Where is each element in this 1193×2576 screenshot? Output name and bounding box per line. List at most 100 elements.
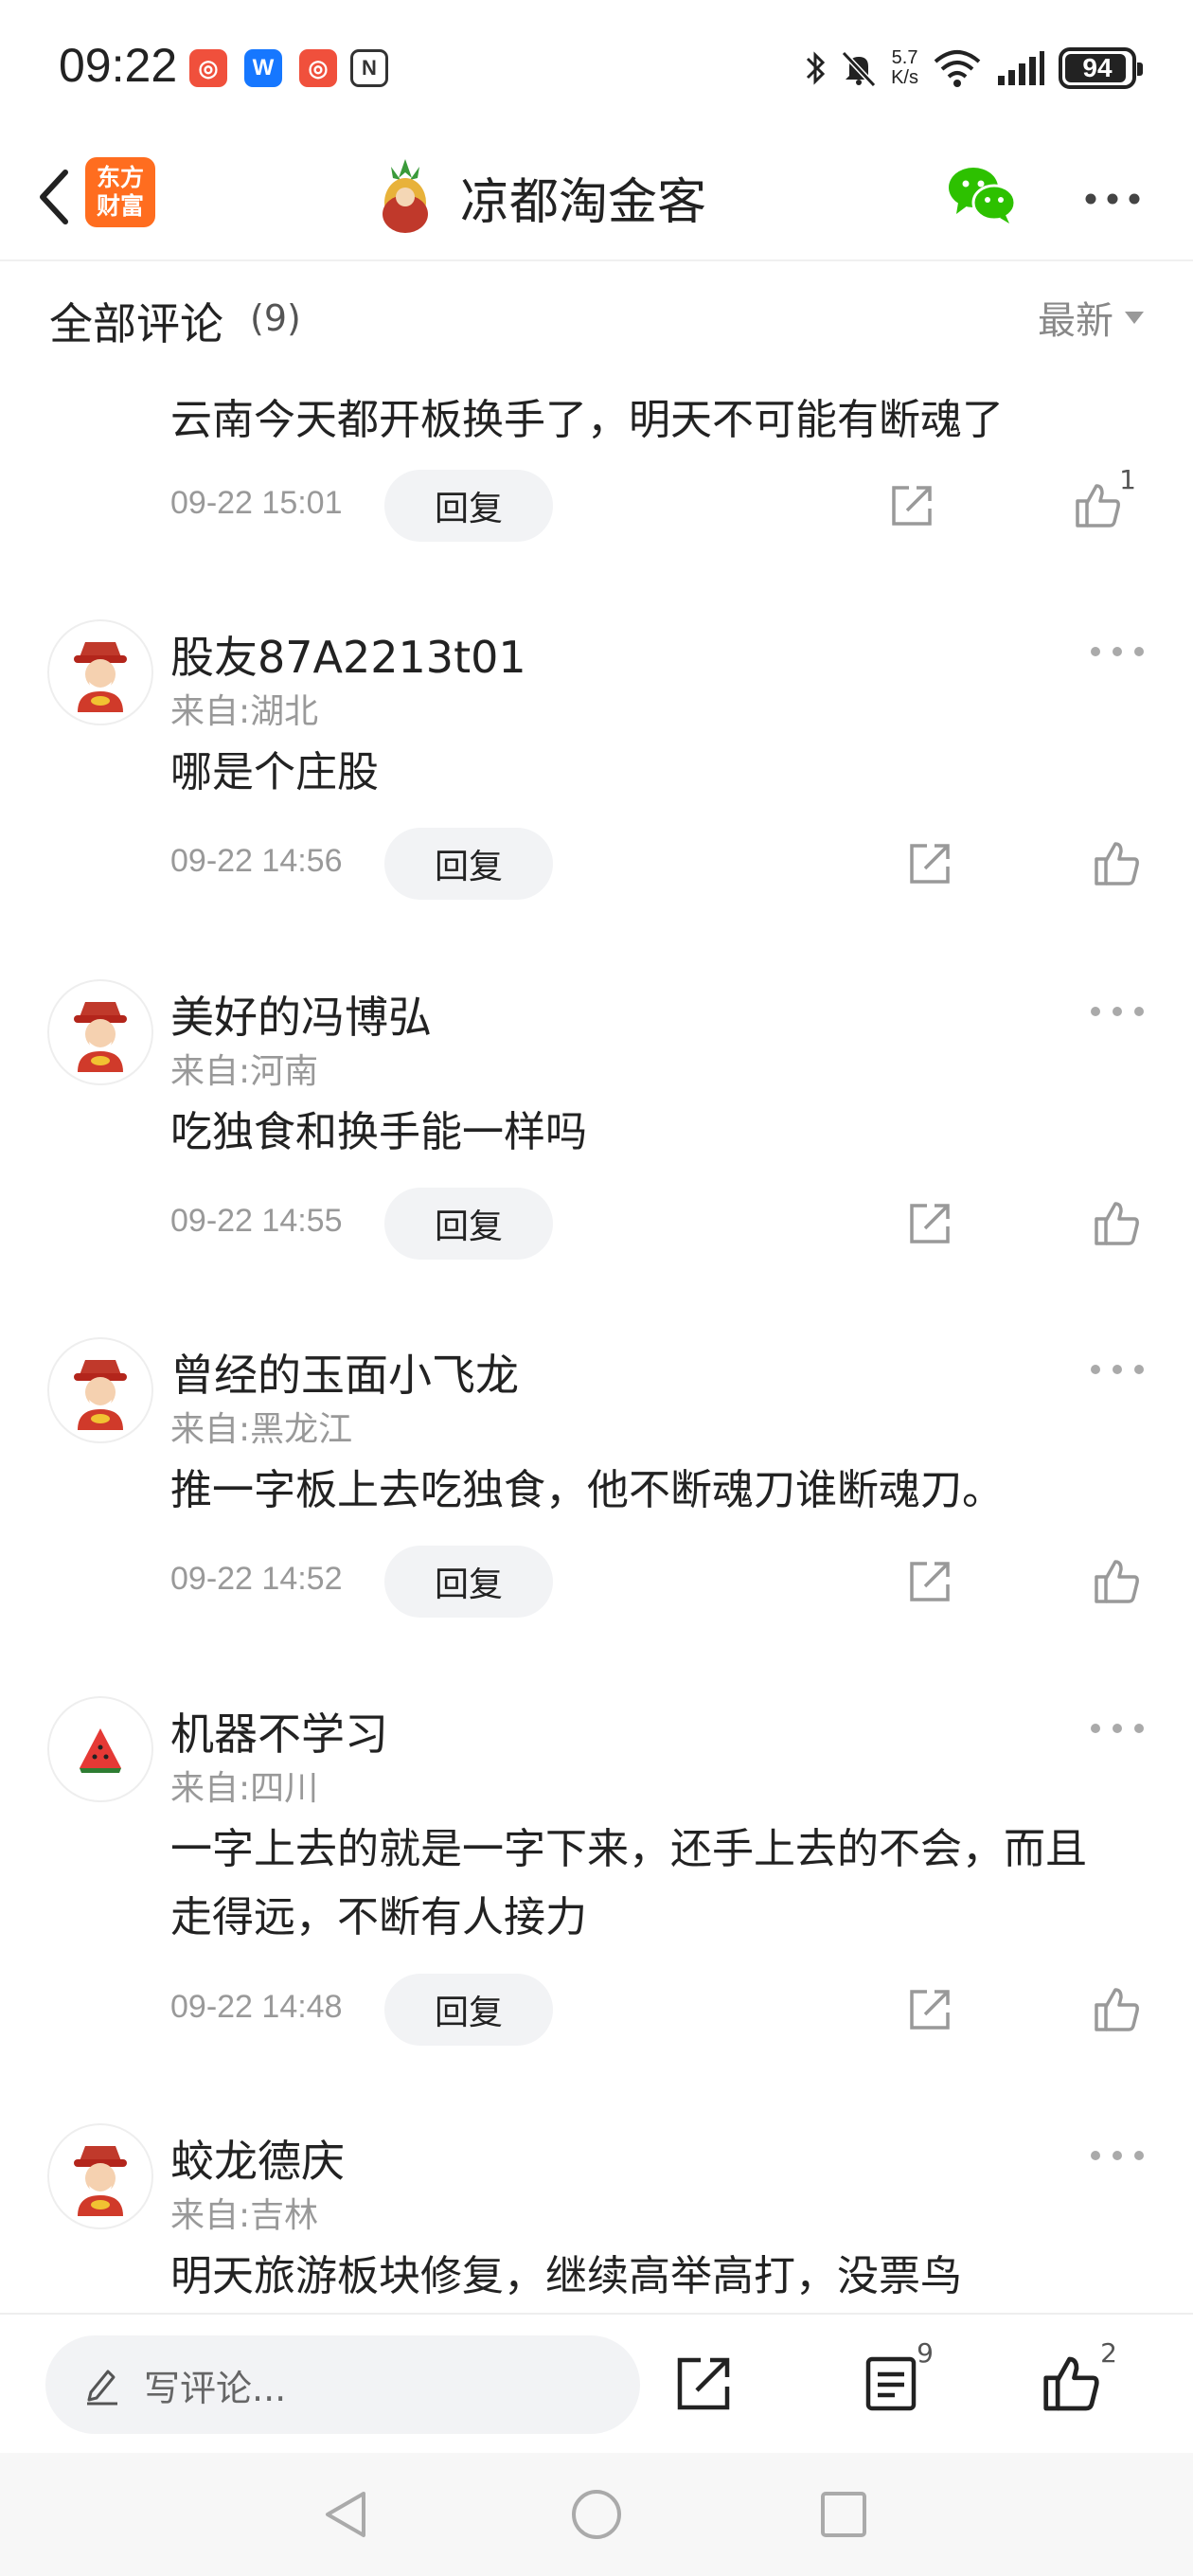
- thumbs-up-icon: [1043, 2356, 1099, 2411]
- comment-location: 来自:湖北: [170, 692, 319, 731]
- comment-username[interactable]: 美好的冯博弘: [170, 983, 432, 1046]
- triangle-back-icon: [326, 2492, 365, 2537]
- nfc-icon: N: [350, 49, 388, 87]
- god-of-wealth-avatar-icon: [74, 1360, 127, 1430]
- user-avatar[interactable]: [47, 619, 153, 725]
- comment-date: 09-22 14:48: [170, 1989, 343, 2025]
- comment-meta: 09-22 14:48 回复: [170, 1974, 1146, 2046]
- comment-count: (9): [250, 297, 301, 339]
- nav-back-button[interactable]: [312, 2481, 379, 2548]
- brand-line-2: 财富: [96, 192, 144, 220]
- pen-icon: [87, 2370, 117, 2406]
- like-post-button[interactable]: 2: [1026, 2337, 1117, 2426]
- eastmoney-logo[interactable]: 东方 财富: [85, 157, 155, 227]
- user-avatar[interactable]: [47, 2123, 153, 2229]
- comment-meta: 09-22 14:56 回复: [170, 828, 1146, 900]
- notification-app-icon: ◎: [189, 49, 227, 87]
- wechat-icon: [949, 168, 1017, 224]
- signal-icon: [998, 51, 1044, 85]
- user-avatar[interactable]: [47, 1337, 153, 1443]
- wechat-share-button[interactable]: [947, 163, 1019, 229]
- share-icon: [910, 1204, 950, 1243]
- comment-text[interactable]: 推一字板上去吃独食，他不断魂刀谁断魂刀。: [170, 1457, 1127, 1525]
- reply-button[interactable]: 回复: [384, 1546, 553, 1618]
- sort-label: 最新: [1038, 299, 1113, 343]
- notification-app-icon: ◎: [299, 49, 337, 87]
- share-icon: [677, 2357, 730, 2410]
- god-of-wealth-avatar-icon: [74, 642, 127, 712]
- square-recents-icon: [821, 2492, 866, 2537]
- comments-section-header: 全部评论 (9) 最新: [0, 284, 1193, 360]
- author-avatar[interactable]: [369, 154, 441, 240]
- comment-text[interactable]: 明天旅游板块修复，继续高举高打，没票鸟: [170, 2243, 1127, 2311]
- comment-date: 09-22 14:52: [170, 1561, 343, 1597]
- share-button[interactable]: [894, 1546, 966, 1618]
- comment-item: 蛟龙德庆 来自:吉林 明天旅游板块修复，继续高举高打，没票鸟: [0, 2120, 1193, 2313]
- share-icon: [910, 844, 950, 884]
- comment-username[interactable]: 股友87A2213t01: [170, 623, 526, 686]
- mute-bell-icon: [841, 50, 877, 87]
- comment-date: 09-22 14:55: [170, 1203, 343, 1239]
- like-button[interactable]: [1079, 1546, 1155, 1618]
- comment-more-button[interactable]: [1091, 1002, 1144, 1021]
- like-button[interactable]: [1079, 828, 1155, 900]
- sort-dropdown[interactable]: 最新: [1038, 290, 1144, 345]
- wifi-icon: [934, 50, 981, 87]
- like-button[interactable]: [1079, 1188, 1155, 1260]
- comment-location: 来自:四川: [170, 1769, 319, 1808]
- weibo-notification-icon: W: [244, 49, 282, 87]
- likes-count-badge: 2: [1100, 2337, 1117, 2369]
- write-comment-input[interactable]: 写评论...: [45, 2335, 640, 2434]
- thumbs-up-icon: [1095, 1988, 1139, 2031]
- share-button[interactable]: [894, 1188, 966, 1260]
- comment-username[interactable]: 机器不学习: [170, 1700, 388, 1762]
- comment-meta: 09-22 14:55 回复: [170, 1188, 1146, 1260]
- like-button[interactable]: [1079, 1974, 1155, 2046]
- share-button[interactable]: [894, 828, 966, 900]
- like-count: 1: [1119, 464, 1136, 495]
- thumbs-up-icon: [1095, 1202, 1139, 1245]
- god-of-wealth-avatar-icon: [74, 2146, 127, 2216]
- nav-recents-button[interactable]: [810, 2481, 877, 2548]
- share-icon: [910, 1990, 950, 2030]
- share-icon: [910, 1562, 950, 1601]
- author-info[interactable]: 凉都淘金客: [369, 152, 706, 242]
- comment-text[interactable]: 云南今天都开板换手了，明天不可能有断魂了: [170, 386, 1127, 455]
- comment-meta: 09-22 14:52 回复: [170, 1546, 1146, 1618]
- thumbs-up-icon: [1095, 1560, 1139, 1603]
- share-icon: [892, 486, 932, 526]
- circle-home-icon: [572, 2490, 621, 2539]
- comment-text[interactable]: 一字上去的就是一字下来，还手上去的不会，而且走得远，不断有人接力: [170, 1816, 1127, 1952]
- comment-date: 09-22 15:01: [170, 485, 343, 521]
- comment-more-button[interactable]: [1091, 1360, 1144, 1379]
- dropdown-arrow-icon: [1125, 311, 1144, 324]
- share-button[interactable]: [894, 1974, 966, 2046]
- like-button[interactable]: 1: [1060, 464, 1136, 542]
- comment-username[interactable]: 蛟龙德庆: [170, 2127, 345, 2190]
- nav-home-button[interactable]: [563, 2481, 630, 2548]
- more-options-button[interactable]: [1079, 170, 1146, 227]
- comment-username[interactable]: 曾经的玉面小飞龙: [170, 1341, 519, 1404]
- share-button[interactable]: [876, 470, 948, 542]
- share-post-button[interactable]: [661, 2341, 746, 2426]
- comment-text[interactable]: 吃独食和换手能一样吗: [170, 1099, 1127, 1167]
- reply-button[interactable]: 回复: [384, 1974, 553, 2046]
- user-avatar[interactable]: [47, 1696, 153, 1802]
- author-name[interactable]: 凉都淘金客: [460, 162, 706, 233]
- comment-text[interactable]: 哪是个庄股: [170, 739, 1127, 807]
- battery-indicator: 94: [1059, 47, 1143, 89]
- reply-button[interactable]: 回复: [384, 1188, 553, 1260]
- comment-date: 09-22 14:56: [170, 843, 343, 879]
- thumbs-up-icon: [1095, 842, 1139, 886]
- brand-line-1: 东方: [96, 164, 144, 191]
- comments-count-badge: 9: [917, 2337, 934, 2369]
- comment-more-button[interactable]: [1091, 642, 1144, 661]
- reply-button[interactable]: 回复: [384, 828, 553, 900]
- network-speed-value: 5.7: [891, 47, 918, 68]
- reply-button[interactable]: 回复: [384, 470, 553, 542]
- comment-more-button[interactable]: [1091, 2146, 1144, 2165]
- comment-more-button[interactable]: [1091, 1719, 1144, 1738]
- user-avatar[interactable]: [47, 979, 153, 1085]
- back-button[interactable]: [21, 159, 87, 235]
- comments-list-button[interactable]: 9: [848, 2337, 934, 2426]
